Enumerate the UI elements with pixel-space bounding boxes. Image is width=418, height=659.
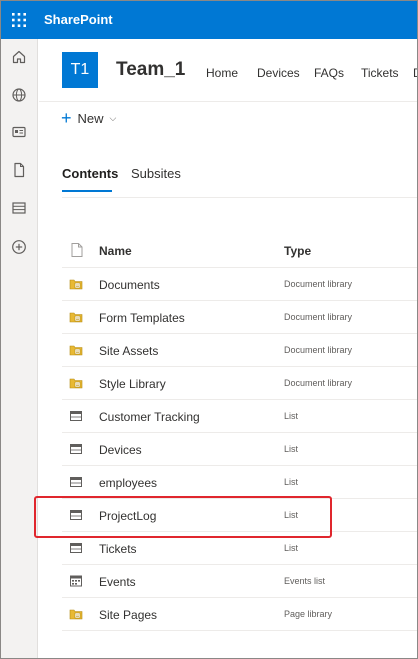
suite-bar: SharePoint: [0, 0, 418, 39]
plus-icon: +: [61, 108, 72, 128]
calendar-icon: [69, 574, 83, 588]
list-item[interactable]: Events Events list: [62, 565, 418, 598]
list-icon: [69, 475, 83, 489]
rail-lists-button[interactable]: [9, 198, 29, 218]
nav-tickets[interactable]: Tickets: [361, 66, 399, 80]
item-name-link[interactable]: Site Pages: [99, 608, 157, 622]
item-type: Events list: [284, 576, 326, 586]
library-icon: [69, 607, 83, 621]
list-icon: [69, 508, 83, 522]
list-icon: [69, 442, 83, 456]
item-name-link[interactable]: Tickets: [99, 542, 137, 556]
column-header-type[interactable]: Type: [284, 244, 311, 258]
file-type-icon[interactable]: [71, 243, 83, 257]
item-name-link[interactable]: ProjectLog: [99, 509, 156, 523]
library-icon: [69, 277, 83, 291]
item-name-link[interactable]: Style Library: [99, 377, 166, 391]
site-title[interactable]: Team_1: [116, 59, 185, 81]
item-type: Document library: [284, 312, 353, 322]
nav-truncated[interactable]: D: [413, 66, 418, 80]
library-icon: [69, 343, 83, 357]
site-logo[interactable]: T1: [62, 52, 98, 88]
app-launcher-button[interactable]: [0, 0, 38, 39]
list-header: Name Type: [62, 234, 418, 268]
new-button-label: New: [77, 110, 104, 126]
rail-create-button[interactable]: [9, 237, 29, 257]
item-name-link[interactable]: Documents: [99, 278, 160, 292]
list-icon: [69, 541, 83, 555]
list-item[interactable]: Documents Document library: [62, 268, 418, 301]
tabs-divider: [62, 197, 418, 198]
list-icon: [12, 202, 26, 214]
rail-sites-button[interactable]: [9, 85, 29, 105]
column-header-name[interactable]: Name: [99, 244, 132, 258]
item-type: Document library: [284, 345, 353, 355]
item-type: List: [284, 477, 299, 487]
new-button[interactable]: + New ⌵: [61, 108, 116, 128]
item-name-link[interactable]: Site Assets: [99, 344, 158, 358]
list-item[interactable]: Form Templates Document library: [62, 301, 418, 334]
item-type: List: [284, 543, 299, 553]
list-item[interactable]: Devices List: [62, 433, 418, 466]
rail-home-button[interactable]: [9, 47, 29, 67]
item-name-link[interactable]: employees: [99, 476, 157, 490]
list-item[interactable]: Site Assets Document library: [62, 334, 418, 367]
list-item[interactable]: Tickets List: [62, 532, 418, 565]
news-icon: [12, 126, 26, 138]
library-icon: [69, 376, 83, 390]
app-name[interactable]: SharePoint: [44, 12, 113, 27]
home-icon: [12, 50, 26, 64]
tab-subsites[interactable]: Subsites: [131, 166, 181, 181]
item-type: Document library: [284, 279, 353, 289]
item-name-link[interactable]: Customer Tracking: [99, 410, 200, 424]
globe-icon: [12, 88, 26, 102]
site-header: T1 Team_1 Home Devices FAQs Tickets D: [39, 39, 418, 102]
add-circle-icon: [12, 240, 26, 254]
list-icon: [69, 409, 83, 423]
item-type: List: [284, 411, 299, 421]
rail-files-button[interactable]: [9, 160, 29, 180]
chevron-down-icon: ⌵: [109, 112, 117, 123]
item-type: List: [284, 444, 299, 454]
list-item[interactable]: Customer Tracking List: [62, 400, 418, 433]
waffle-icon: [12, 12, 26, 27]
item-type: List: [284, 510, 299, 520]
document-icon: [14, 162, 25, 178]
library-icon: [69, 310, 83, 324]
list-item[interactable]: ProjectLog List: [62, 499, 418, 532]
list-item[interactable]: Style Library Document library: [62, 367, 418, 400]
item-name-link[interactable]: Devices: [99, 443, 142, 457]
nav-home[interactable]: Home: [206, 66, 238, 80]
nav-devices[interactable]: Devices: [257, 66, 300, 80]
list-item[interactable]: Site Pages Page library: [62, 598, 418, 631]
list-item[interactable]: employees List: [62, 466, 418, 499]
rail-news-button[interactable]: [9, 122, 29, 142]
active-tab-indicator: [62, 190, 112, 192]
item-name-link[interactable]: Form Templates: [99, 311, 185, 325]
item-type: Page library: [284, 609, 333, 619]
item-name-link[interactable]: Events: [99, 575, 136, 589]
nav-faqs[interactable]: FAQs: [314, 66, 344, 80]
item-type: Document library: [284, 378, 353, 388]
tab-contents[interactable]: Contents: [62, 166, 118, 181]
left-rail: [0, 39, 38, 659]
